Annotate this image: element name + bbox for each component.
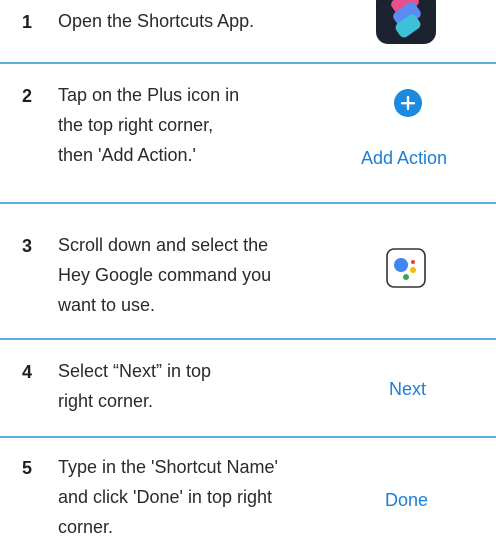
step-text-line: corner. [58,517,114,537]
google-assistant-icon[interactable] [386,248,426,288]
step-text: Tap on the Plus icon in the top right co… [58,80,239,170]
step-number: 3 [22,236,33,256]
step-number: 1 [22,12,33,32]
step-text: Select “Next” in top right corner. [58,356,211,416]
step-number: 4 [22,362,33,382]
step-3: 3 Scroll down and select the Hey Google … [0,204,496,338]
step-5: 5 Type in the 'Shortcut Name' and click … [0,438,496,544]
step-text-line: and click 'Done' in top right [58,487,272,507]
step-text-line: want to use. [58,295,156,315]
step-text: Open the Shortcuts App. [58,6,254,36]
step-text-line: Open the Shortcuts App. [58,11,255,31]
step-text-line: Tap on the Plus icon in [58,85,240,105]
step-text-line: right corner. [58,391,154,411]
step-number: 2 [22,86,33,106]
step-text-line: then 'Add Action.' [58,145,196,165]
step-text-line: Select “Next” in top [58,361,212,381]
step-text-line: Scroll down and select the [58,235,269,255]
done-button[interactable]: Done [385,490,428,511]
step-1: 1 Open the Shortcuts App. [0,0,496,62]
step-text: Scroll down and select the Hey Google co… [58,230,271,320]
step-2: 2 Tap on the Plus icon in the top right … [0,64,496,178]
step-4: 4 Select “Next” in top right corner. Nex… [0,340,496,411]
next-button[interactable]: Next [389,379,426,400]
add-action-button[interactable]: Add Action [361,148,447,169]
plus-icon[interactable] [393,88,423,118]
step-text-line: Hey Google command you [58,265,272,285]
step-text-line: the top right corner, [58,115,214,135]
step-text: Type in the 'Shortcut Name' and click 'D… [58,452,278,542]
step-text-line: Type in the 'Shortcut Name' [58,457,278,477]
shortcuts-app-icon[interactable] [376,0,436,44]
step-number: 5 [22,458,33,478]
